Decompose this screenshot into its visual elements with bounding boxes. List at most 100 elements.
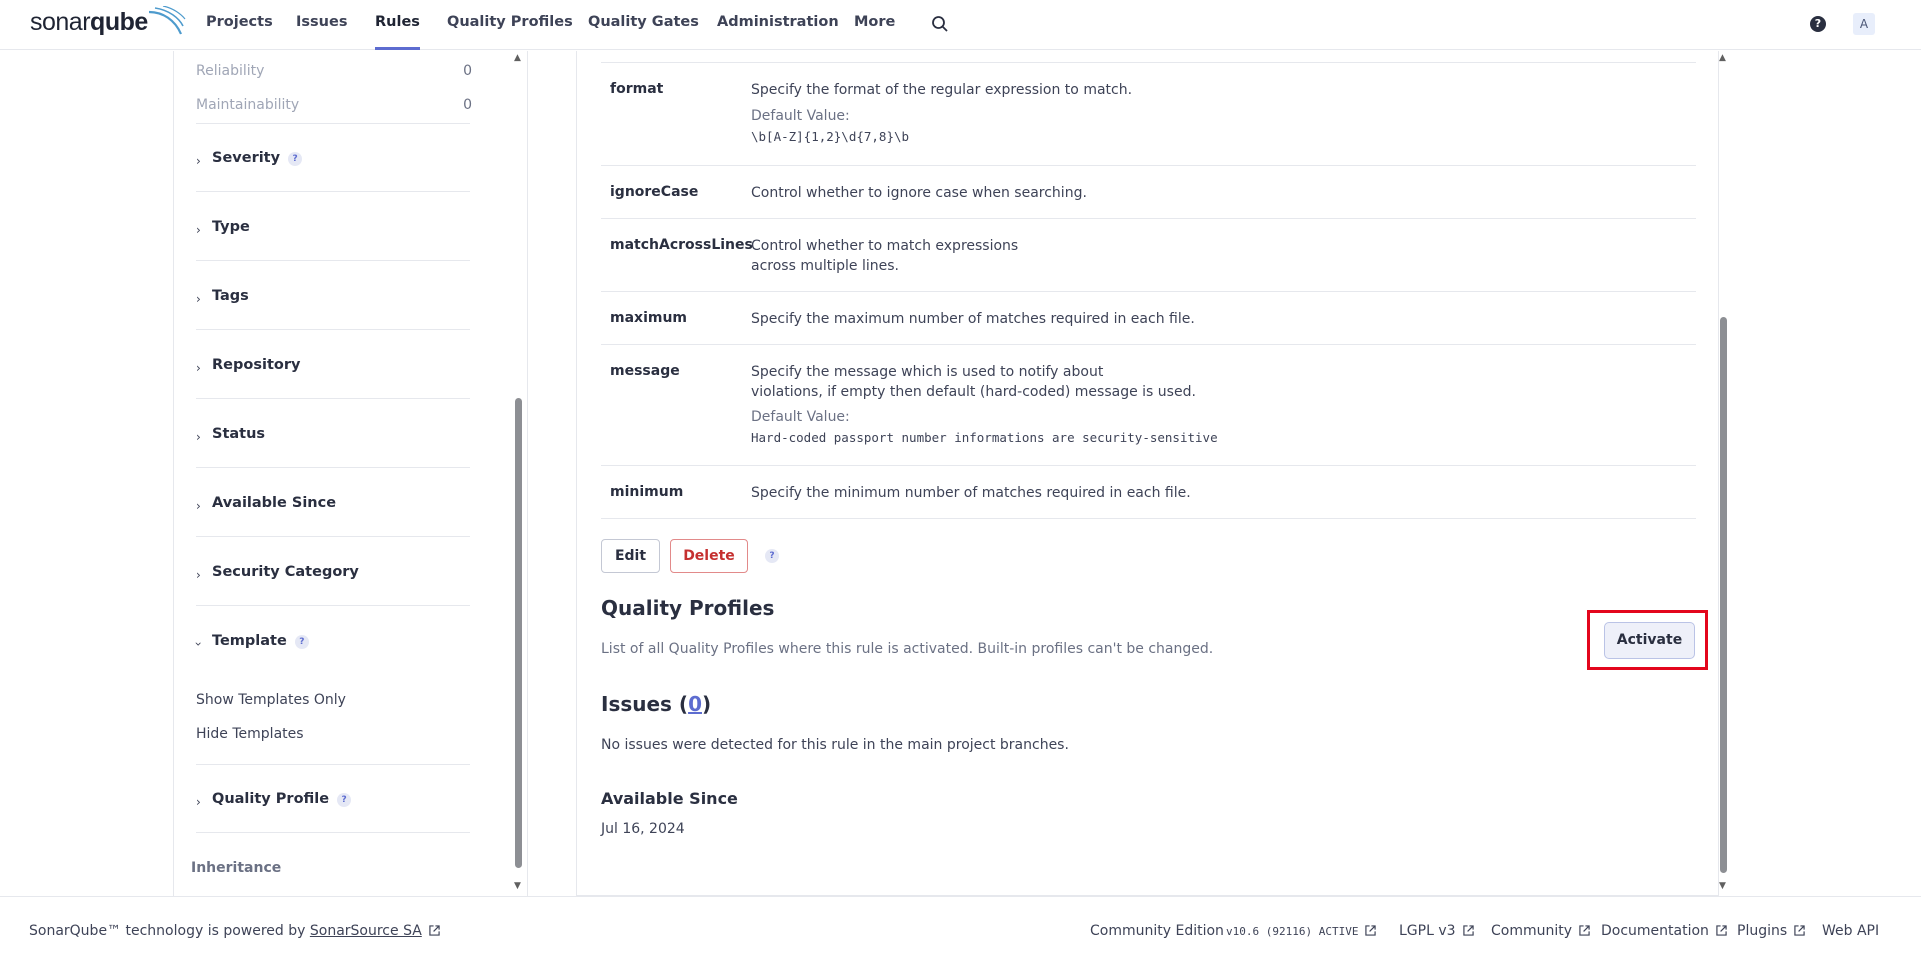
footer-version-link[interactable]: v10.6 (92116) ACTIVE (1226, 923, 1377, 939)
logo-qube: qube (90, 8, 148, 36)
footer-documentation-link[interactable]: Documentation (1601, 923, 1727, 939)
footer-webapi-link[interactable]: Web API (1822, 923, 1879, 939)
param-key: minimum (610, 484, 684, 500)
nav-rules[interactable]: Rules (375, 14, 420, 50)
nav-issues[interactable]: Issues (296, 14, 347, 30)
help-badge-icon[interactable]: ? (294, 635, 309, 649)
search-icon[interactable] (931, 15, 949, 33)
chevron-right-icon: › (196, 223, 201, 237)
footer-license-link[interactable]: LGPL v3 (1399, 923, 1474, 939)
activate-button[interactable]: Activate (1604, 622, 1695, 659)
quality-profiles-heading: Quality Profiles (601, 596, 775, 620)
reliability-count: 0 (463, 63, 472, 79)
param-key: format (610, 81, 664, 97)
facet-quality-profile[interactable]: › Quality Profile? (196, 765, 470, 833)
scrollbar-thumb[interactable] (515, 398, 522, 868)
help-icon[interactable]: ? (1810, 16, 1826, 32)
footer: SonarQube™ technology is powered by Sona… (0, 896, 1921, 970)
param-default-value: Hard-coded passport number informations … (751, 430, 1218, 445)
version-text: v10.6 (92116) ACTIVE (1226, 925, 1359, 938)
facet-severity[interactable]: › Severity? (196, 124, 470, 192)
facet-label: Template (212, 633, 287, 649)
facet-label: Severity (212, 150, 281, 166)
nav-quality-profiles[interactable]: Quality Profiles (447, 14, 573, 30)
top-navigation: sonarqube Projects Issues Rules Quality … (0, 0, 1921, 50)
external-link-icon (1579, 925, 1590, 936)
help-badge-icon[interactable]: ? (288, 152, 303, 166)
logo-waves-icon (148, 6, 186, 35)
quality-profiles-desc: List of all Quality Profiles where this … (601, 641, 1214, 657)
facet-inheritance[interactable]: Inheritance (191, 860, 281, 876)
param-default-label: Default Value: (751, 108, 850, 124)
param-default-label: Default Value: (751, 409, 850, 425)
facet-label: Available Since (212, 495, 337, 511)
avatar[interactable]: A (1853, 13, 1875, 35)
facet-tags[interactable]: › Tags (196, 262, 470, 330)
filters-sidebar: Reliability 0 Maintainability 0 › Severi… (173, 51, 528, 896)
footer-edition: Community Edition (1090, 923, 1224, 939)
nav-administration[interactable]: Administration (717, 14, 839, 30)
param-row-matchacrosslines: matchAcrossLines Control whether to matc… (601, 219, 1696, 292)
external-link-icon (1365, 925, 1377, 936)
nav-quality-gates[interactable]: Quality Gates (588, 14, 699, 30)
facet-available-since[interactable]: › Available Since (196, 469, 470, 537)
issues-title-suffix: ) (701, 692, 712, 716)
footer-community-link[interactable]: Community (1491, 923, 1590, 939)
scroll-up-icon[interactable]: ▲ (514, 53, 521, 63)
issues-heading: Issues (0) (601, 692, 711, 716)
facet-label: Tags (212, 288, 249, 304)
issues-count-link[interactable]: 0 (688, 692, 702, 716)
footer-plugins-link[interactable]: Plugins (1737, 923, 1805, 939)
sonarqube-logo[interactable]: sonarqube (30, 6, 186, 42)
chevron-right-icon: › (196, 154, 201, 168)
facet-label: Status (212, 426, 266, 442)
facet-repository[interactable]: › Repository (196, 331, 470, 399)
external-link-icon (1462, 925, 1474, 936)
sidebar-scrollbar[interactable]: ▲ ▼ (509, 51, 527, 896)
maintainability-label: Maintainability (196, 97, 300, 113)
footer-powered-by: SonarQube™ technology is powered by Sona… (29, 923, 440, 939)
help-badge-icon[interactable]: ? (337, 793, 352, 807)
facet-type[interactable]: › Type (196, 193, 470, 261)
param-desc: violations, if empty then default (hard-… (751, 384, 1196, 400)
nav-more[interactable]: More (854, 14, 895, 30)
facet-reliability[interactable]: Reliability 0 (196, 63, 472, 79)
documentation-text: Documentation (1601, 923, 1709, 939)
powered-text: SonarQube™ technology is powered by (29, 923, 310, 939)
edit-button[interactable]: Edit (601, 539, 660, 573)
param-row-ignorecase: ignoreCase Control whether to ignore cas… (601, 166, 1696, 219)
chevron-right-icon: › (196, 430, 201, 444)
scroll-up-icon[interactable]: ▲ (1719, 53, 1726, 63)
hide-templates[interactable]: Hide Templates (196, 726, 304, 742)
delete-button[interactable]: Delete (670, 539, 748, 573)
chevron-down-icon: › (191, 641, 206, 647)
chevron-right-icon: › (196, 568, 201, 582)
plugins-text: Plugins (1737, 923, 1788, 939)
param-key: message (610, 363, 680, 379)
param-default-value: \b[A-Z]{1,2}\d{7,8}\b (751, 129, 910, 144)
facet-maintainability[interactable]: Maintainability 0 (196, 97, 472, 113)
help-badge-icon[interactable]: ? (765, 549, 779, 563)
license-text: LGPL v3 (1399, 923, 1456, 939)
scroll-down-icon[interactable]: ▼ (1719, 881, 1726, 891)
param-key: maximum (610, 310, 688, 326)
scrollbar-thumb[interactable] (1720, 317, 1727, 873)
facet-label: Type (212, 219, 250, 235)
param-desc: Control whether to match expressions (751, 238, 1019, 254)
nav-projects[interactable]: Projects (206, 14, 273, 30)
sonarsource-link[interactable]: SonarSource SA (310, 923, 422, 939)
main-scrollbar[interactable]: ▲ ▼ (1714, 51, 1732, 896)
param-desc: Specify the maximum number of matches re… (751, 311, 1195, 327)
available-since-heading: Available Since (601, 789, 738, 808)
issues-title-prefix: Issues ( (601, 692, 689, 716)
show-templates-only[interactable]: Show Templates Only (196, 692, 346, 708)
facet-security-category[interactable]: › Security Category (196, 538, 470, 606)
external-link-icon (429, 925, 440, 936)
facet-status[interactable]: › Status (196, 400, 470, 468)
maintainability-count: 0 (463, 97, 472, 113)
reliability-label: Reliability (196, 63, 265, 79)
scroll-down-icon[interactable]: ▼ (514, 881, 521, 891)
chevron-right-icon: › (196, 361, 201, 375)
external-link-icon (1716, 925, 1727, 936)
param-row-format: format Specify the format of the regular… (601, 63, 1696, 166)
